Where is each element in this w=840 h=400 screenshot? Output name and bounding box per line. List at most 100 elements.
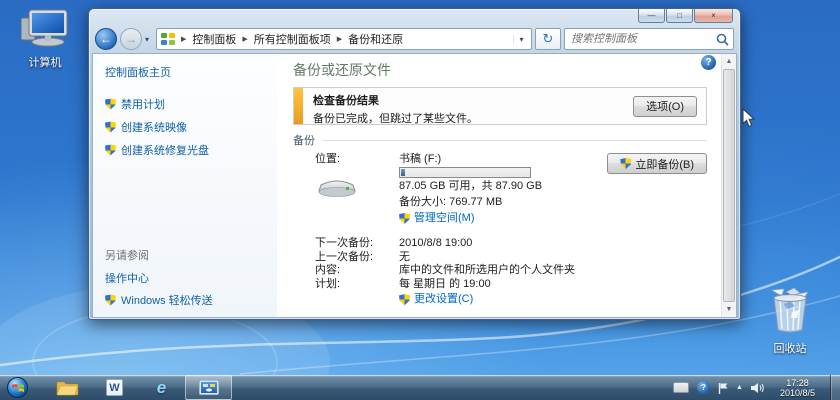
taskbar-active-window-button[interactable] xyxy=(185,375,232,400)
desktop-icon-label: 回收站 xyxy=(757,340,823,356)
sidebar-item-easy-transfer[interactable]: Windows 轻松传送 xyxy=(105,292,213,308)
location-label: 位置: xyxy=(315,153,399,166)
vertical-scrollbar[interactable]: ▲ ▼ xyxy=(721,54,736,317)
maximize-button[interactable]: □ xyxy=(666,9,693,23)
back-button[interactable]: ← xyxy=(95,28,117,50)
taskbar: W e ? ▲ 17:2 xyxy=(0,375,840,400)
link-label: 管理空间(M) xyxy=(414,212,475,225)
detail-value: 无 xyxy=(399,251,707,265)
scroll-up-icon[interactable]: ▲ xyxy=(722,54,736,69)
disk-usage-bar xyxy=(399,167,531,178)
refresh-button[interactable]: ↻ xyxy=(535,28,561,50)
disk-usage-fill xyxy=(401,169,405,176)
sidebar-item-control-panel-home[interactable]: 控制面板主页 xyxy=(105,64,277,80)
taskbar-word-button[interactable]: W xyxy=(91,375,138,400)
show-hidden-icons-icon[interactable]: ▲ xyxy=(736,384,743,391)
uac-shield-icon xyxy=(399,294,410,305)
control-panel-icon xyxy=(161,33,175,45)
detail-label: 下一次备份: xyxy=(315,237,399,251)
folder-icon xyxy=(56,379,79,396)
button-label: 立即备份(B) xyxy=(635,156,694,172)
uac-shield-icon xyxy=(105,99,116,110)
backup-now-button[interactable]: 立即备份(B) xyxy=(607,153,707,174)
search-box[interactable] xyxy=(564,28,734,50)
backup-drive-name: 书稿 (F:) xyxy=(399,153,577,166)
detail-label: 内容: xyxy=(315,264,399,278)
backup-size-text: 备份大小: 769.77 MB xyxy=(399,196,577,209)
help-icon[interactable]: ? xyxy=(701,55,716,70)
sidebar-item-create-system-image[interactable]: 创建系统映像 xyxy=(105,119,277,135)
breadcrumb-all-items[interactable]: 所有控制面板项 xyxy=(254,31,331,47)
options-button[interactable]: 选项(O) xyxy=(633,96,697,117)
search-icon xyxy=(716,33,729,46)
close-button[interactable]: × xyxy=(694,9,733,23)
uac-shield-icon xyxy=(105,295,116,306)
desktop-icon-computer[interactable]: 计算机 xyxy=(12,8,78,70)
sidebar-item-label: Windows 轻松传送 xyxy=(121,292,213,308)
manage-space-link[interactable]: 管理空间(M) xyxy=(399,212,475,225)
change-settings-link[interactable]: 更改设置(C) xyxy=(399,293,707,307)
input-method-icon[interactable] xyxy=(673,382,689,393)
restore-group-label: 还原 xyxy=(293,315,315,318)
scroll-down-icon[interactable]: ▼ xyxy=(722,302,736,317)
minimize-button[interactable]: — xyxy=(638,9,665,23)
scrollbar-thumb[interactable] xyxy=(723,69,735,302)
address-bar[interactable]: ▶ 控制面板 ▶ 所有控制面板项 ▶ 备份和还原 ▾ xyxy=(156,28,532,50)
main-pane: ? 备份或还原文件 检查备份结果 备份已完成，但跳过了某些文件。 选项(O) 备… xyxy=(277,54,721,317)
sidebar-item-disable-schedule[interactable]: 禁用计划 xyxy=(105,96,277,112)
backup-restore-window: — □ × ← → ▾ ▶ 控制面板 ▶ 所有控制面板项 ▶ 备份和还原 ▾ ↻ xyxy=(88,8,741,320)
sidebar-item-label: 创建系统修复光盘 xyxy=(121,142,209,158)
breadcrumb-separator-icon: ▶ xyxy=(236,35,253,43)
desktop-icon-label: 计算机 xyxy=(12,54,78,70)
sidebar-item-label: 创建系统映像 xyxy=(121,119,187,135)
start-button[interactable] xyxy=(7,377,28,398)
drive-icon xyxy=(315,175,359,199)
action-center-flag-icon[interactable] xyxy=(718,382,728,394)
taskbar-clock[interactable]: 17:28 2010/8/5 xyxy=(773,378,822,398)
navigation-bar: ← → ▾ ▶ 控制面板 ▶ 所有控制面板项 ▶ 备份和还原 ▾ ↻ xyxy=(92,25,737,53)
restore-group-header: 还原 xyxy=(293,315,707,318)
uac-shield-icon xyxy=(399,213,410,224)
taskbar-explorer-button[interactable] xyxy=(44,375,91,400)
detail-value: 2010/8/8 19:00 xyxy=(399,237,707,251)
detail-label: 计划: xyxy=(315,278,399,292)
show-desktop-button[interactable] xyxy=(830,375,840,400)
mouse-cursor xyxy=(742,108,756,128)
uac-shield-icon xyxy=(105,122,116,133)
forward-button[interactable]: → xyxy=(120,28,142,50)
word-icon: W xyxy=(106,379,123,396)
window-titlebar[interactable]: — □ × xyxy=(92,9,737,25)
uac-shield-icon xyxy=(105,145,116,156)
sidebar-item-label: 禁用计划 xyxy=(121,96,165,112)
control-panel-window-icon xyxy=(199,380,219,395)
recycle-bin-icon xyxy=(770,288,810,334)
breadcrumb-separator-icon: ▶ xyxy=(175,35,192,43)
desktop-icon-recycle-bin[interactable]: 回收站 xyxy=(757,288,823,356)
backup-group-header: 备份 xyxy=(293,132,707,148)
breadcrumb-control-panel[interactable]: 控制面板 xyxy=(192,31,236,47)
sidebar-item-create-repair-disc[interactable]: 创建系统修复光盘 xyxy=(105,142,277,158)
sidebar-item-action-center[interactable]: 操作中心 xyxy=(105,270,213,286)
backup-details: 下一次备份: 2010/8/8 19:00 上一次备份: 无 内容: 库中的文件… xyxy=(315,237,707,307)
sidebar-item-label: 操作中心 xyxy=(105,270,149,286)
computer-icon xyxy=(21,8,69,48)
recent-pages-dropdown-icon[interactable]: ▾ xyxy=(145,35,153,44)
search-input[interactable] xyxy=(565,33,716,45)
page-title: 备份或还原文件 xyxy=(293,60,707,80)
detail-label: 上一次备份: xyxy=(315,251,399,265)
free-space-text: 87.05 GB 可用，共 87.90 GB xyxy=(399,180,577,193)
sidebar: 控制面板主页 禁用计划 创建系统映像 创建系统修复光盘 另请参阅 操作中心 xyxy=(93,54,277,317)
breadcrumb-separator-icon: ▶ xyxy=(331,35,348,43)
breadcrumb-backup-restore[interactable]: 备份和还原 xyxy=(348,31,403,47)
clock-date: 2010/8/5 xyxy=(780,388,815,398)
clock-time: 17:28 xyxy=(780,378,815,388)
ie-icon: e xyxy=(157,378,166,398)
group-divider xyxy=(323,140,707,141)
tray-help-icon[interactable]: ? xyxy=(697,381,710,394)
taskbar-ie-button[interactable]: e xyxy=(138,375,185,400)
volume-icon[interactable] xyxy=(751,382,765,394)
system-tray: ? ▲ 17:28 2010/8/5 xyxy=(673,375,840,400)
link-label: 更改设置(C) xyxy=(414,293,473,307)
see-also-section: 另请参阅 操作中心 Windows 轻松传送 xyxy=(105,247,213,308)
address-dropdown-icon[interactable]: ▾ xyxy=(513,35,529,44)
